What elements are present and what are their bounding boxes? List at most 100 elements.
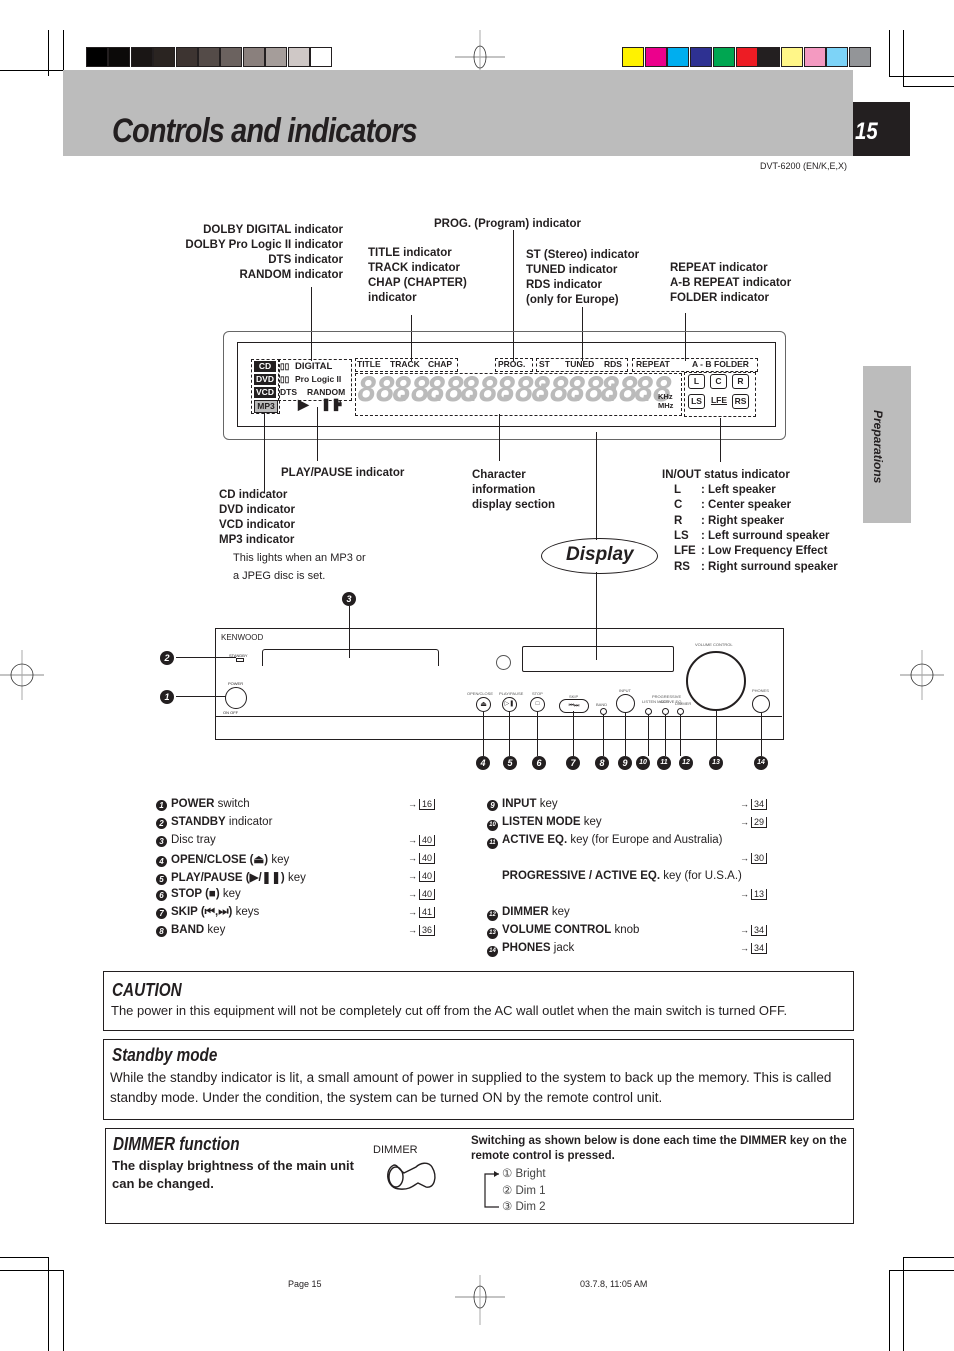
dimmer-title: DIMMER function xyxy=(113,1134,240,1154)
dimmer-button[interactable] xyxy=(677,708,684,715)
leader-line xyxy=(176,657,236,658)
band-button[interactable] xyxy=(600,708,607,715)
volume-knob[interactable] xyxy=(686,651,746,711)
leader-line xyxy=(509,712,510,756)
page-reference[interactable]: → 34 xyxy=(740,943,768,954)
item-number: 3 xyxy=(156,836,167,847)
speaker-lfe: LFE xyxy=(710,395,728,405)
phones-jack[interactable] xyxy=(752,695,770,713)
dimmer-steps: ① Bright ② Dim 1 ③ Dim 2 xyxy=(502,1166,546,1216)
parts-list-item: 6 STOP (■) key xyxy=(156,888,241,901)
page-ref-number: 40 xyxy=(419,889,436,900)
parts-list-item: 3 Disc tray xyxy=(156,834,216,847)
page-reference[interactable]: → 41 xyxy=(408,907,436,918)
leader-line xyxy=(573,711,574,756)
callout-number: 13 xyxy=(709,756,723,770)
remote-sensor xyxy=(496,655,511,670)
item-name: STOP (■) xyxy=(171,888,220,900)
standby-led xyxy=(236,658,244,662)
model-number: DVT-6200 (EN/K,E,X) xyxy=(760,161,848,171)
dimmer-label: DIMMER xyxy=(675,701,692,706)
inout-desc: : Center speaker xyxy=(701,499,792,512)
gray-swatch xyxy=(198,47,220,67)
power-label: POWER xyxy=(228,681,244,686)
page-reference[interactable]: → 13 xyxy=(740,889,768,900)
stop-button[interactable]: □ xyxy=(530,697,545,712)
item-type: Disc tray xyxy=(171,834,216,846)
page-reference[interactable]: → 40 xyxy=(408,853,436,864)
item-number: 6 xyxy=(156,890,167,901)
parts-list-item: 13 VOLUME CONTROL knob xyxy=(487,924,640,939)
volume-label: VOLUME CONTROL xyxy=(695,642,733,647)
disc-tray[interactable] xyxy=(262,649,439,666)
color-swatch xyxy=(644,47,667,67)
parts-list-item: 4 OPEN/CLOSE (⏏) key xyxy=(156,852,289,867)
item-number: 14 xyxy=(487,946,498,957)
label-repeat: REPEAT indicator A-B REPEAT indicator FO… xyxy=(670,262,792,304)
vcd-indicator: VCD xyxy=(254,387,276,398)
phones-label: PHONES xyxy=(752,688,769,693)
play-pause-label: PLAY/PAUSE xyxy=(499,691,524,696)
color-swatch xyxy=(735,47,758,67)
item-name: VOLUME CONTROL xyxy=(502,924,612,936)
callout-number: 14 xyxy=(754,756,768,770)
input-button[interactable] xyxy=(616,694,635,713)
title-indicator: TITLE xyxy=(357,359,381,369)
crop-mark xyxy=(63,1270,64,1351)
inout-desc: : Low Frequency Effect xyxy=(701,545,828,558)
cycle-arrow-icon xyxy=(484,1171,499,1208)
page-title: Controls and indicators xyxy=(112,112,418,150)
callout-number: 3 xyxy=(342,592,356,606)
inout-code: C xyxy=(674,499,683,512)
item-type: key (for Europe and Australia) xyxy=(567,834,723,846)
dimmer-switching-text: Switching as shown below is done each ti… xyxy=(471,1135,847,1162)
inout-code: LFE xyxy=(674,545,696,558)
leader-line xyxy=(761,713,762,756)
power-button[interactable] xyxy=(225,687,247,709)
crop-mark xyxy=(63,30,64,70)
gray-swatch xyxy=(220,47,243,67)
item-type: key xyxy=(284,872,306,884)
item-type: knob xyxy=(611,924,640,936)
item-number: 4 xyxy=(156,856,167,867)
callout-number: 10 xyxy=(636,756,650,770)
color-swatch xyxy=(849,47,871,67)
unit-display-window xyxy=(522,646,674,672)
page-reference[interactable]: → 40 xyxy=(408,835,436,846)
side-tab: Preparations xyxy=(863,366,911,523)
page-reference[interactable]: → 29 xyxy=(740,817,768,828)
leader-line xyxy=(499,414,500,461)
skip-buttons[interactable]: ⏮⏭ xyxy=(559,699,589,713)
page-reference[interactable]: → 40 xyxy=(408,871,436,882)
page-reference[interactable]: → 40 xyxy=(408,889,436,900)
page-reference[interactable]: → 16 xyxy=(408,799,436,810)
parts-list-item: 12 DIMMER key xyxy=(487,906,570,921)
dimmer-step: ③ Dim 2 xyxy=(502,1201,546,1213)
page-reference[interactable]: → 34 xyxy=(740,799,768,810)
page-reference[interactable]: → 36 xyxy=(408,925,436,936)
page-reference[interactable]: → 30 xyxy=(740,853,768,864)
color-swatch xyxy=(826,47,849,67)
play-icon: ▶ xyxy=(298,396,309,412)
leader-line xyxy=(680,715,681,756)
dolby-digital-indicator: DIGITAL xyxy=(295,361,333,372)
item-type: key xyxy=(548,906,570,918)
leader-line xyxy=(720,418,721,462)
inout-code: LS xyxy=(674,529,689,542)
active-eq-button[interactable] xyxy=(662,708,669,715)
page-ref-number: 34 xyxy=(751,925,768,936)
play-pause-button[interactable]: ▷❚ xyxy=(502,697,517,712)
dimmer-key-label: DIMMER xyxy=(373,1144,418,1156)
page-ref-number: 16 xyxy=(419,799,436,810)
page-ref-number: 40 xyxy=(419,853,436,864)
item-type: key xyxy=(580,816,602,828)
listen-mode-button[interactable] xyxy=(645,708,652,715)
page-reference[interactable]: → 34 xyxy=(740,925,768,936)
color-swatch xyxy=(780,47,803,67)
parts-list-item: 10 LISTEN MODE key xyxy=(487,816,602,831)
parts-list-item: 9 INPUT key xyxy=(487,798,558,811)
open-close-button[interactable]: ⏏ xyxy=(476,697,491,712)
item-number: 8 xyxy=(156,926,167,937)
gray-swatch xyxy=(310,47,332,67)
tuned-indicator: TUNED xyxy=(565,359,595,369)
